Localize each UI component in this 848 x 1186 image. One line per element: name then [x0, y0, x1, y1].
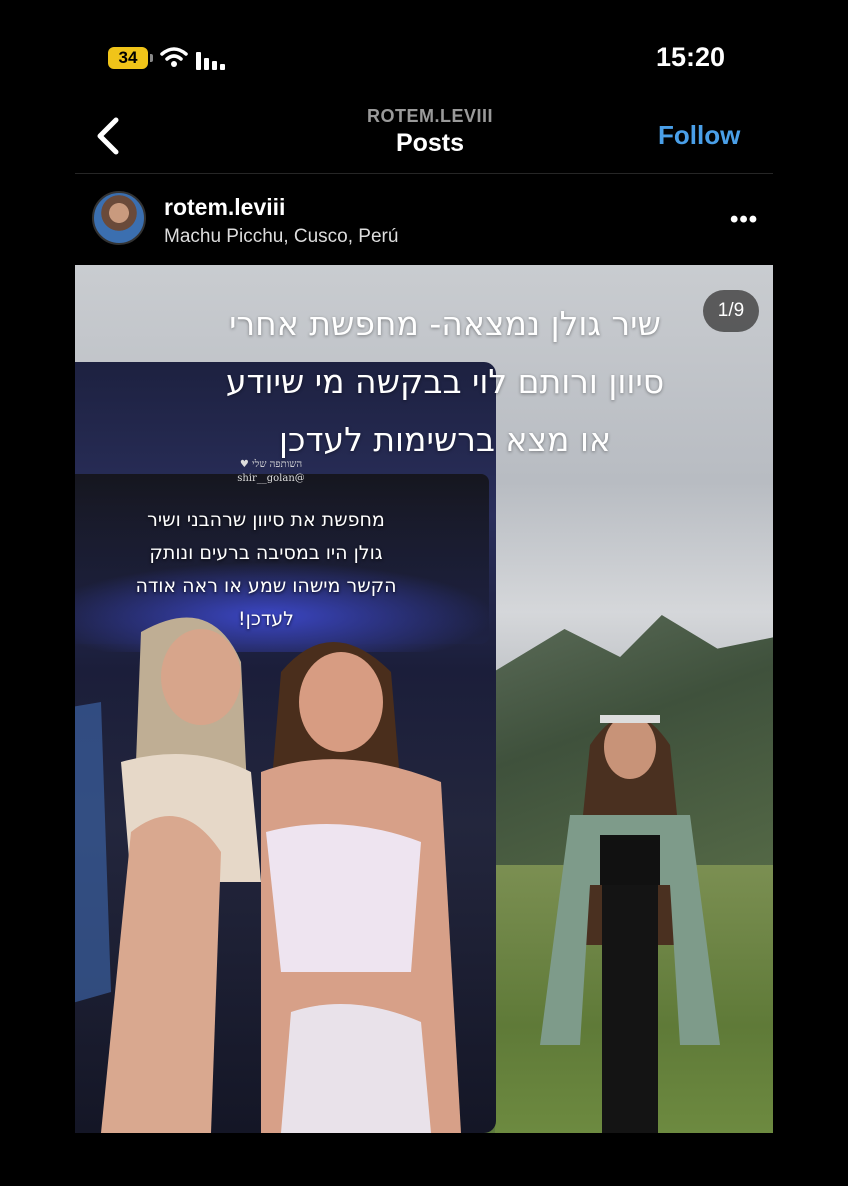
- avatar[interactable]: [92, 191, 146, 245]
- woman-figure: [540, 715, 720, 1133]
- people-figures: [75, 617, 461, 1133]
- page-title: Posts: [395, 129, 465, 157]
- chevron-left-icon[interactable]: [94, 117, 124, 155]
- status-bar: 34 15:20: [0, 0, 848, 110]
- battery-icon: 34: [108, 47, 153, 69]
- follow-button[interactable]: Follow: [658, 120, 740, 151]
- caption-line: או מצא ברשימות לעדכן: [279, 420, 611, 459]
- wifi-icon: [160, 47, 188, 67]
- post-username[interactable]: rotem.leviii: [164, 194, 285, 221]
- story-handle-text: @shir__golan: [237, 473, 305, 484]
- story-screenshot: השותפה שלי ♥ @shir__golan מחפשת את סיוון…: [75, 362, 496, 1133]
- signal-icon: [196, 52, 225, 70]
- divider: [75, 173, 773, 174]
- post-caption-overlay: שיר גולן נמצאה- מחפשת אחרי סיוון ורותם ל…: [135, 295, 755, 469]
- page-indicator: 1/9: [703, 290, 759, 332]
- post-location[interactable]: Machu Picchu, Cusco, Perú: [164, 226, 398, 248]
- post-image[interactable]: השותפה שלי ♥ @shir__golan מחפשת את סיוון…: [75, 265, 773, 1133]
- story-line: מחפשת את סיוון שרהבני ושיר: [147, 509, 385, 531]
- nav-username: ROTEM.LEVIII: [366, 106, 493, 126]
- story-line: גולן היו במסיבה ברעים ונותק: [149, 542, 383, 564]
- clock: 15:20: [656, 42, 726, 72]
- caption-line: סיוון ורותם לוי בבקשה מי שיודע: [225, 362, 665, 401]
- battery-level: 34: [118, 48, 138, 67]
- more-horizontal-icon[interactable]: •••: [730, 206, 758, 234]
- caption-line: שיר גולן נמצאה- מחפשת אחרי: [229, 304, 661, 343]
